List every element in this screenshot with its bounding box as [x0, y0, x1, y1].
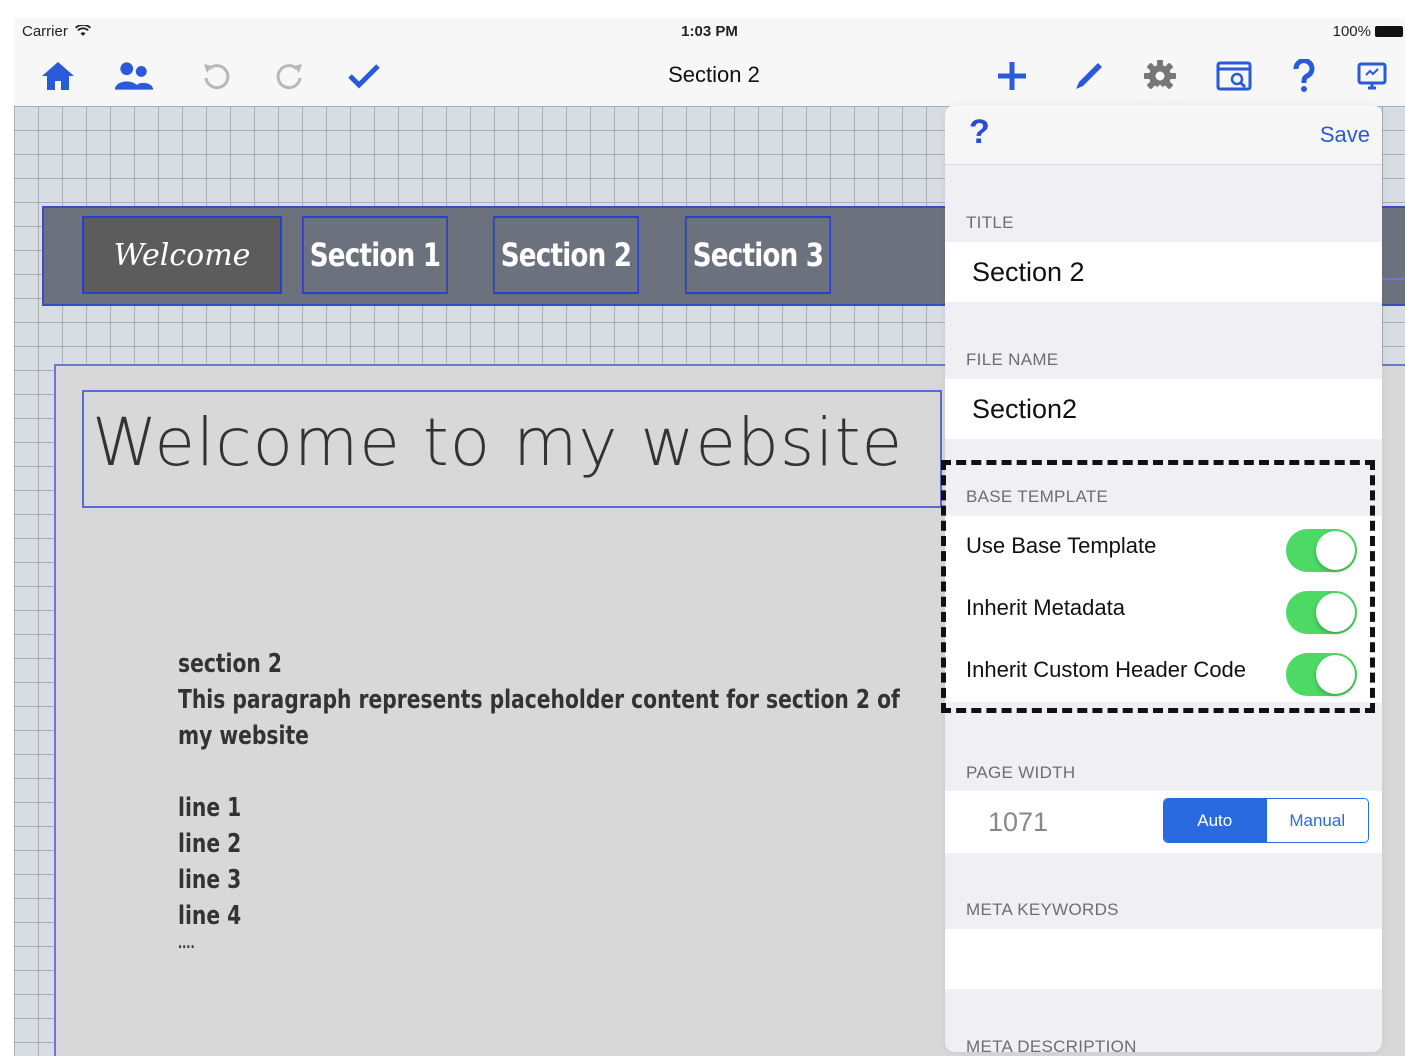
list-item: line 1	[178, 793, 242, 823]
meta-keywords-field[interactable]	[945, 929, 1382, 989]
menu-item-section-3[interactable]: Section 3	[685, 216, 831, 294]
list-item: line 3	[178, 865, 242, 895]
toggle-label: Use Base Template	[966, 533, 1157, 558]
meta-keywords-label: META KEYWORDS	[966, 900, 1119, 919]
status-bar: Carrier 1:03 PM 100%	[14, 18, 1405, 46]
headline-box[interactable]: Welcome to my website	[82, 390, 942, 508]
toggle-label: Inherit Custom Header Code	[966, 657, 1247, 682]
width-mode-segmented-control[interactable]: Auto Manual	[1163, 798, 1369, 843]
menu-item-section-1[interactable]: Section 1	[302, 216, 448, 294]
pencil-icon[interactable]	[1068, 56, 1108, 96]
inherit-metadata-toggle[interactable]	[1286, 591, 1357, 634]
plus-icon[interactable]	[992, 56, 1032, 96]
clock: 1:03 PM	[681, 23, 738, 40]
inherit-header-code-toggle[interactable]	[1286, 653, 1357, 696]
title-label: TITLE	[966, 213, 1014, 232]
body-line: my website	[178, 721, 309, 751]
use-base-template-toggle[interactable]	[1286, 529, 1357, 572]
battery-indicator: 100%	[1333, 23, 1403, 40]
use-base-template-row: Use Base Template	[945, 516, 1382, 578]
list-item: line 2	[178, 829, 242, 859]
help-button[interactable]: ?	[969, 113, 990, 152]
meta-description-label: META DESCRIPTION	[966, 1037, 1137, 1052]
body-line: This paragraph represents placeholder co…	[178, 685, 900, 715]
headline-text: Welcome to my website	[92, 404, 904, 481]
page-width-label: PAGE WIDTH	[966, 763, 1076, 782]
menu-item-section-2[interactable]: Section 2	[493, 216, 639, 294]
list-item: line 4	[178, 901, 242, 931]
battery-percent: 100%	[1332, 23, 1371, 40]
title-field[interactable]: Section 2	[945, 242, 1382, 302]
toolbar: Section 2	[14, 46, 1405, 106]
base-template-label: BASE TEMPLATE	[966, 487, 1109, 506]
body-text-block[interactable]: section 2 This paragraph represents plac…	[178, 646, 900, 954]
popover-header: ? Save	[945, 105, 1382, 165]
help-icon[interactable]	[1284, 56, 1324, 96]
inherit-metadata-row: Inherit Metadata	[945, 578, 1382, 640]
page-settings-popover: ? Save TITLE Section 2 FILE NAME Section…	[945, 105, 1382, 1052]
preview-icon[interactable]	[1214, 56, 1254, 96]
file-name-label: FILE NAME	[966, 350, 1059, 369]
inherit-header-code-row: Inherit Custom Header Code	[945, 640, 1382, 702]
width-mode-auto[interactable]: Auto	[1164, 799, 1266, 842]
body-title: section 2	[178, 649, 283, 679]
page-width-row: 1071 Auto Manual	[945, 791, 1382, 853]
menu-item-welcome[interactable]: Welcome	[82, 216, 282, 294]
list-ellipsis: ....	[178, 936, 195, 952]
ipad-screen: Carrier 1:03 PM 100% Section 2 Welcome S…	[14, 18, 1405, 1056]
battery-icon	[1375, 26, 1403, 37]
file-name-field[interactable]: Section2	[945, 379, 1382, 439]
toggle-label: Inherit Metadata	[966, 595, 1125, 620]
page-title: Section 2	[668, 62, 760, 87]
save-button[interactable]: Save	[1320, 122, 1370, 148]
page-width-input[interactable]: 1071	[988, 807, 1048, 838]
monitor-icon[interactable]	[1352, 56, 1392, 96]
width-mode-manual[interactable]: Manual	[1265, 799, 1368, 842]
